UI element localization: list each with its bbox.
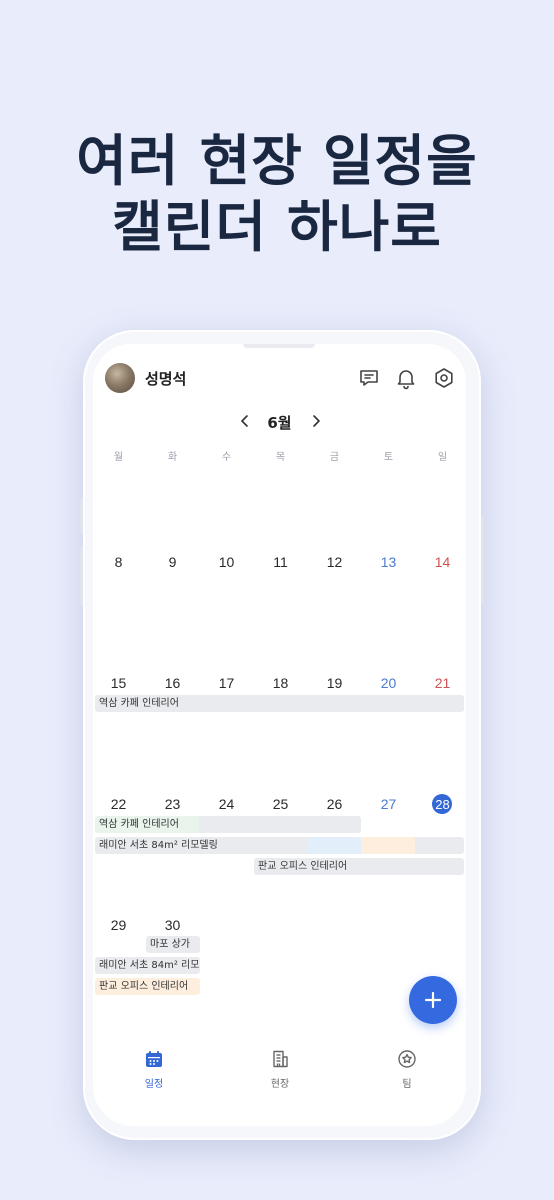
headline-line-2: 캘린더 하나로: [112, 195, 442, 259]
day-cell-today[interactable]: 28: [416, 794, 466, 814]
day-cell[interactable]: 11: [254, 554, 307, 570]
day-cell[interactable]: 8: [93, 554, 145, 570]
user-name: 성명석: [145, 370, 187, 388]
day-cell[interactable]: 16: [146, 675, 199, 691]
weekday-wed: 수: [221, 452, 232, 463]
day-cell[interactable]: 14: [416, 554, 466, 570]
app-screen: 성명석 6월 월 화 수 목 금 토 일 8 9 10 11 12 13 14 …: [93, 344, 466, 1126]
add-schedule-button[interactable]: [409, 976, 457, 1024]
event-bar[interactable]: 판교 오피스 인테리어: [254, 858, 464, 875]
day-cell[interactable]: 15: [93, 675, 145, 691]
day-cell[interactable]: 12: [308, 554, 361, 570]
day-cell[interactable]: 27: [362, 796, 415, 812]
tab-team[interactable]: 팀: [367, 1049, 447, 1090]
event-bar[interactable]: 마포 상가: [146, 936, 200, 953]
tab-sites[interactable]: 현장: [240, 1049, 320, 1090]
day-cell[interactable]: 9: [146, 554, 199, 570]
weekday-sun: 일: [437, 452, 448, 463]
next-month-button[interactable]: [305, 410, 327, 432]
tab-label: 일정: [144, 1079, 164, 1090]
weekday-mon: 월: [113, 452, 124, 463]
tab-label: 현장: [270, 1079, 290, 1090]
event-bar[interactable]: 역삼 카페 인테리어: [95, 816, 361, 833]
weekday-sat: 토: [383, 452, 394, 463]
weekday-tue: 화: [167, 452, 178, 463]
event-bar[interactable]: 역삼 카페 인테리어: [95, 695, 464, 712]
event-bar[interactable]: 래미안 서초 84m² 리모델링: [95, 837, 464, 854]
day-cell[interactable]: 13: [362, 554, 415, 570]
weekday-thu: 목: [275, 452, 286, 463]
weekday-fri: 금: [329, 452, 340, 463]
day-cell[interactable]: 29: [93, 917, 145, 933]
tab-label: 팀: [402, 1079, 412, 1090]
phone-side-button: [80, 498, 83, 534]
day-cell[interactable]: 20: [362, 675, 415, 691]
day-cell[interactable]: 21: [416, 675, 466, 691]
month-title: 6월: [267, 414, 292, 432]
avatar[interactable]: [105, 363, 135, 393]
calendar-icon: [146, 1051, 162, 1067]
event-bar[interactable]: 래미안 서초 84m² 리모: [95, 957, 200, 974]
day-cell[interactable]: 22: [93, 796, 145, 812]
message-icon[interactable]: [357, 366, 381, 390]
phone-side-button: [80, 546, 83, 606]
building-icon: [273, 1050, 288, 1068]
today-number: 28: [435, 797, 450, 812]
day-cell[interactable]: 10: [200, 554, 253, 570]
event-bar[interactable]: 판교 오피스 인테리어: [95, 978, 200, 995]
day-cell[interactable]: 30: [146, 917, 199, 933]
day-cell[interactable]: 24: [200, 796, 253, 812]
day-cell[interactable]: 25: [254, 796, 307, 812]
phone-side-button: [481, 515, 484, 605]
speaker-notch: [243, 344, 315, 348]
day-cell[interactable]: 19: [308, 675, 361, 691]
day-cell[interactable]: 26: [308, 796, 361, 812]
promo-headline: 여러 현장 일정을 캘린더 하나로: [0, 128, 554, 260]
tab-schedule[interactable]: 일정: [114, 1049, 194, 1090]
day-cell[interactable]: 17: [200, 675, 253, 691]
day-cell[interactable]: 18: [254, 675, 307, 691]
team-icon: [398, 1050, 416, 1068]
bell-icon[interactable]: [394, 366, 418, 390]
headline-line-1: 여러 현장 일정을: [76, 129, 478, 193]
settings-icon[interactable]: [432, 366, 456, 390]
plus-icon: [424, 991, 442, 1009]
day-cell[interactable]: 23: [146, 796, 199, 812]
